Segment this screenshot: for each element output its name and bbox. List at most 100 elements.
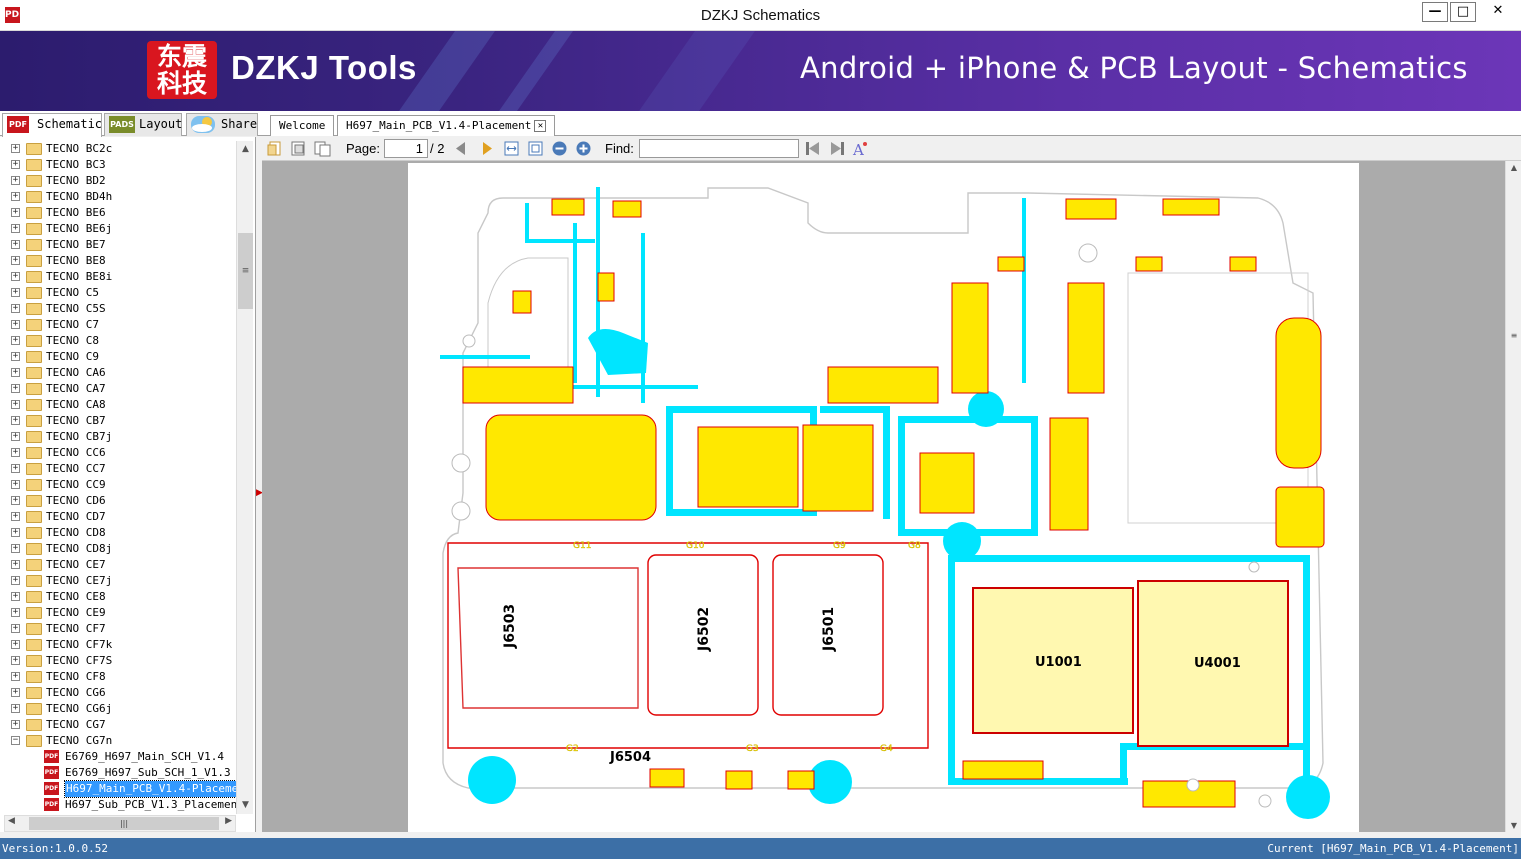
tree-folder-item[interactable]: + TECNO BE7 <box>0 237 236 253</box>
tree-vertical-scrollbar[interactable]: ▲ ≡ ▼ <box>236 141 253 814</box>
expand-icon[interactable]: + <box>11 400 20 409</box>
scroll-down-icon[interactable]: ▼ <box>237 797 254 814</box>
tree-folder-item[interactable]: + TECNO CD6 <box>0 493 236 509</box>
tree-folder-item[interactable]: + TECNO CG6j <box>0 701 236 717</box>
scroll-up-icon[interactable]: ▲ <box>237 141 254 158</box>
doc-tab-current[interactable]: H697_Main_PCB_V1.4-Placement ✕ <box>337 115 556 136</box>
tree-folder-item[interactable]: + TECNO CF7 <box>0 621 236 637</box>
expand-icon[interactable]: + <box>11 384 20 393</box>
zoom-in-icon[interactable] <box>575 140 592 157</box>
expand-icon[interactable]: + <box>11 368 20 377</box>
expand-icon[interactable]: + <box>11 160 20 169</box>
tree-folder-item[interactable]: + TECNO BC3 <box>0 157 236 173</box>
tree-folder-item[interactable]: + TECNO C5S <box>0 301 236 317</box>
tree-folder-item[interactable]: + TECNO BD2 <box>0 173 236 189</box>
tree-folder-item[interactable]: + TECNO CA7 <box>0 381 236 397</box>
doc-tab-welcome[interactable]: Welcome <box>270 115 335 136</box>
tree-folder-item[interactable]: + TECNO BE6 <box>0 205 236 221</box>
tree-folder-item[interactable]: + TECNO BE6j <box>0 221 236 237</box>
scroll-right-icon[interactable]: ▶ <box>225 816 232 826</box>
find-next-icon[interactable] <box>829 140 846 157</box>
expand-icon[interactable]: + <box>11 256 20 265</box>
fit-width-icon[interactable] <box>503 140 520 157</box>
tree-horizontal-scrollbar[interactable]: ◀ ||| ▶ <box>4 815 236 832</box>
expand-icon[interactable]: + <box>11 560 20 569</box>
collapse-icon[interactable]: − <box>11 736 20 745</box>
expand-icon[interactable]: + <box>11 352 20 361</box>
expand-icon[interactable]: + <box>11 464 20 473</box>
tree-folder-item[interactable]: + TECNO C9 <box>0 349 236 365</box>
document-viewer[interactable]: J6503 J6502 J6501 J6504 U1001 U4001 G11 … <box>262 161 1521 832</box>
tree-folder-item[interactable]: + TECNO CE7j <box>0 573 236 589</box>
tree-file-item[interactable]: PDF E6769_H697_Main_SCH_V1.4 <box>0 749 236 765</box>
tree-folder-item[interactable]: + TECNO CE8 <box>0 589 236 605</box>
next-page-icon[interactable] <box>479 140 496 157</box>
expand-icon[interactable]: + <box>11 688 20 697</box>
viewer-scroll-up-icon[interactable]: ▲ <box>1506 163 1521 172</box>
scroll-thumb[interactable]: ≡ <box>238 233 253 309</box>
tree-folder-item[interactable]: + TECNO C8 <box>0 333 236 349</box>
expand-icon[interactable]: + <box>11 336 20 345</box>
tree-folder-item[interactable]: + TECNO CB7j <box>0 429 236 445</box>
expand-icon[interactable]: + <box>11 320 20 329</box>
tree-file-item[interactable]: PDF H697_Sub_PCB_V1.3_Placement <box>0 797 244 813</box>
expand-icon[interactable]: + <box>11 496 20 505</box>
highlight-icon[interactable]: A <box>852 140 869 157</box>
maximize-button[interactable]: □ <box>1450 2 1476 22</box>
tree-folder-item[interactable]: + TECNO CG7 <box>0 717 236 733</box>
scroll-left-icon[interactable]: ◀ <box>8 816 15 826</box>
expand-icon[interactable]: + <box>11 240 20 249</box>
tree-folder-item[interactable]: + TECNO CA6 <box>0 365 236 381</box>
tree-file-item[interactable]: PDF E6769_H697_Sub_SCH_1_V1.3 <box>0 765 236 781</box>
expand-icon[interactable]: + <box>11 576 20 585</box>
tree-folder-item[interactable]: + TECNO C7 <box>0 317 236 333</box>
print-page-icon[interactable] <box>314 140 331 157</box>
tree-folder-item[interactable]: + TECNO CF8 <box>0 669 236 685</box>
expand-icon[interactable]: + <box>11 288 20 297</box>
expand-icon[interactable]: + <box>11 656 20 665</box>
tree-folder-item[interactable]: + TECNO BD4h <box>0 189 236 205</box>
tree-folder-item[interactable]: − TECNO CG7n <box>0 733 236 749</box>
viewer-scrollbar[interactable]: ▲ ≡ ▼ <box>1505 161 1521 832</box>
hscroll-thumb[interactable]: ||| <box>29 817 219 830</box>
tree-folder-item[interactable]: + TECNO C5 <box>0 285 236 301</box>
close-button[interactable]: ✕ <box>1478 2 1518 22</box>
tree-folder-item[interactable]: + TECNO CC7 <box>0 461 236 477</box>
tree-folder-item[interactable]: + TECNO CC9 <box>0 477 236 493</box>
expand-icon[interactable]: + <box>11 512 20 521</box>
close-tab-icon[interactable]: ✕ <box>534 120 547 132</box>
tab-schematic[interactable]: PDF Schematic <box>2 113 102 137</box>
expand-icon[interactable]: + <box>11 208 20 217</box>
expand-icon[interactable]: + <box>11 480 20 489</box>
expand-icon[interactable]: + <box>11 176 20 185</box>
page-number-input[interactable]: 1 <box>384 139 428 158</box>
tree-file-item[interactable]: PDF H697_Main_PCB_V1.4-Placement <box>0 780 254 798</box>
tree-folder-item[interactable]: + TECNO CE7 <box>0 557 236 573</box>
fit-page-icon[interactable] <box>527 140 544 157</box>
tree-folder-item[interactable]: + TECNO CF7k <box>0 637 236 653</box>
tab-share[interactable]: Share <box>186 113 258 136</box>
expand-icon[interactable]: + <box>11 544 20 553</box>
expand-icon[interactable]: + <box>11 416 20 425</box>
expand-icon[interactable]: + <box>11 704 20 713</box>
expand-icon[interactable]: + <box>11 448 20 457</box>
expand-icon[interactable]: + <box>11 720 20 729</box>
expand-icon[interactable]: + <box>11 608 20 617</box>
expand-icon[interactable]: + <box>11 144 20 153</box>
expand-icon[interactable]: + <box>11 528 20 537</box>
tree-folder-item[interactable]: + TECNO BE8 <box>0 253 236 269</box>
expand-icon[interactable]: + <box>11 192 20 201</box>
expand-icon[interactable]: + <box>11 432 20 441</box>
find-previous-icon[interactable] <box>804 140 821 157</box>
tree-folder-item[interactable]: + TECNO BC2c <box>0 141 236 157</box>
tree-folder-item[interactable]: + TECNO CA8 <box>0 397 236 413</box>
tab-layout[interactable]: PADS Layout <box>104 113 182 136</box>
expand-icon[interactable]: + <box>11 592 20 601</box>
save-page-icon[interactable] <box>290 140 307 157</box>
tree-folder-item[interactable]: + TECNO CB7 <box>0 413 236 429</box>
tree-folder-item[interactable]: + TECNO CC6 <box>0 445 236 461</box>
viewer-scroll-down-icon[interactable]: ▼ <box>1506 821 1521 830</box>
viewer-scroll-thumb-icon[interactable]: ≡ <box>1506 331 1521 340</box>
tree-folder-item[interactable]: + TECNO CD8j <box>0 541 236 557</box>
tree-folder-item[interactable]: + TECNO CD7 <box>0 509 236 525</box>
